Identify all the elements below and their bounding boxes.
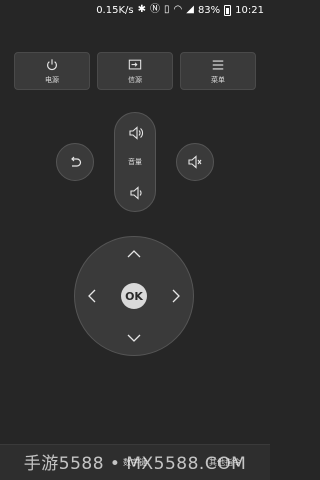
arrow-up-icon[interactable] (126, 246, 142, 262)
mute-icon (188, 155, 202, 169)
network-speed: 0.15K/s (96, 4, 134, 16)
status-bar: 0.15K/s ✱ Ⓝ ▯ ◠ ◢ 83% 10:21 (0, 0, 270, 20)
mute-button[interactable] (176, 143, 214, 181)
clock: 10:21 (235, 4, 264, 16)
volume-control: 音量 (114, 112, 156, 212)
volume-label: 音量 (128, 158, 142, 166)
arrow-right-icon[interactable] (168, 288, 184, 304)
menu-label: 菜单 (211, 75, 225, 84)
power-button[interactable]: 电源 (14, 52, 90, 90)
arrow-left-icon[interactable] (84, 288, 100, 304)
ok-button[interactable]: OK (121, 283, 147, 309)
power-icon (47, 58, 57, 70)
menu-icon (212, 59, 224, 70)
top-button-row: 电源 信源 菜单 (14, 52, 256, 90)
back-button[interactable] (56, 143, 94, 181)
bluetooth-icon: ✱ (137, 4, 146, 15)
battery-percent: 83% (197, 4, 221, 16)
input-source-icon (128, 59, 142, 69)
source-label: 信源 (128, 75, 142, 84)
nfc-icon: Ⓝ (149, 4, 160, 15)
wifi-icon: ◠ (173, 4, 183, 15)
back-arrow-icon (71, 156, 82, 167)
power-label: 电源 (45, 75, 59, 84)
volume-down-icon[interactable] (128, 185, 144, 201)
vibrate-icon: ▯ (163, 4, 170, 15)
remote-control-screen: 0.15K/s ✱ Ⓝ ▯ ◠ ◢ 83% 10:21 电源 信源 菜单 音量 … (0, 0, 270, 480)
source-button[interactable]: 信源 (97, 52, 173, 90)
battery-icon (224, 4, 232, 16)
arrow-down-icon[interactable] (126, 330, 142, 346)
signal-icon: ◢ (186, 4, 194, 15)
menu-button[interactable]: 菜单 (180, 52, 256, 90)
direction-pad: OK (74, 236, 194, 356)
watermark: 手游5588 • MX5588.COM (23, 454, 247, 474)
volume-up-icon[interactable] (128, 125, 144, 141)
